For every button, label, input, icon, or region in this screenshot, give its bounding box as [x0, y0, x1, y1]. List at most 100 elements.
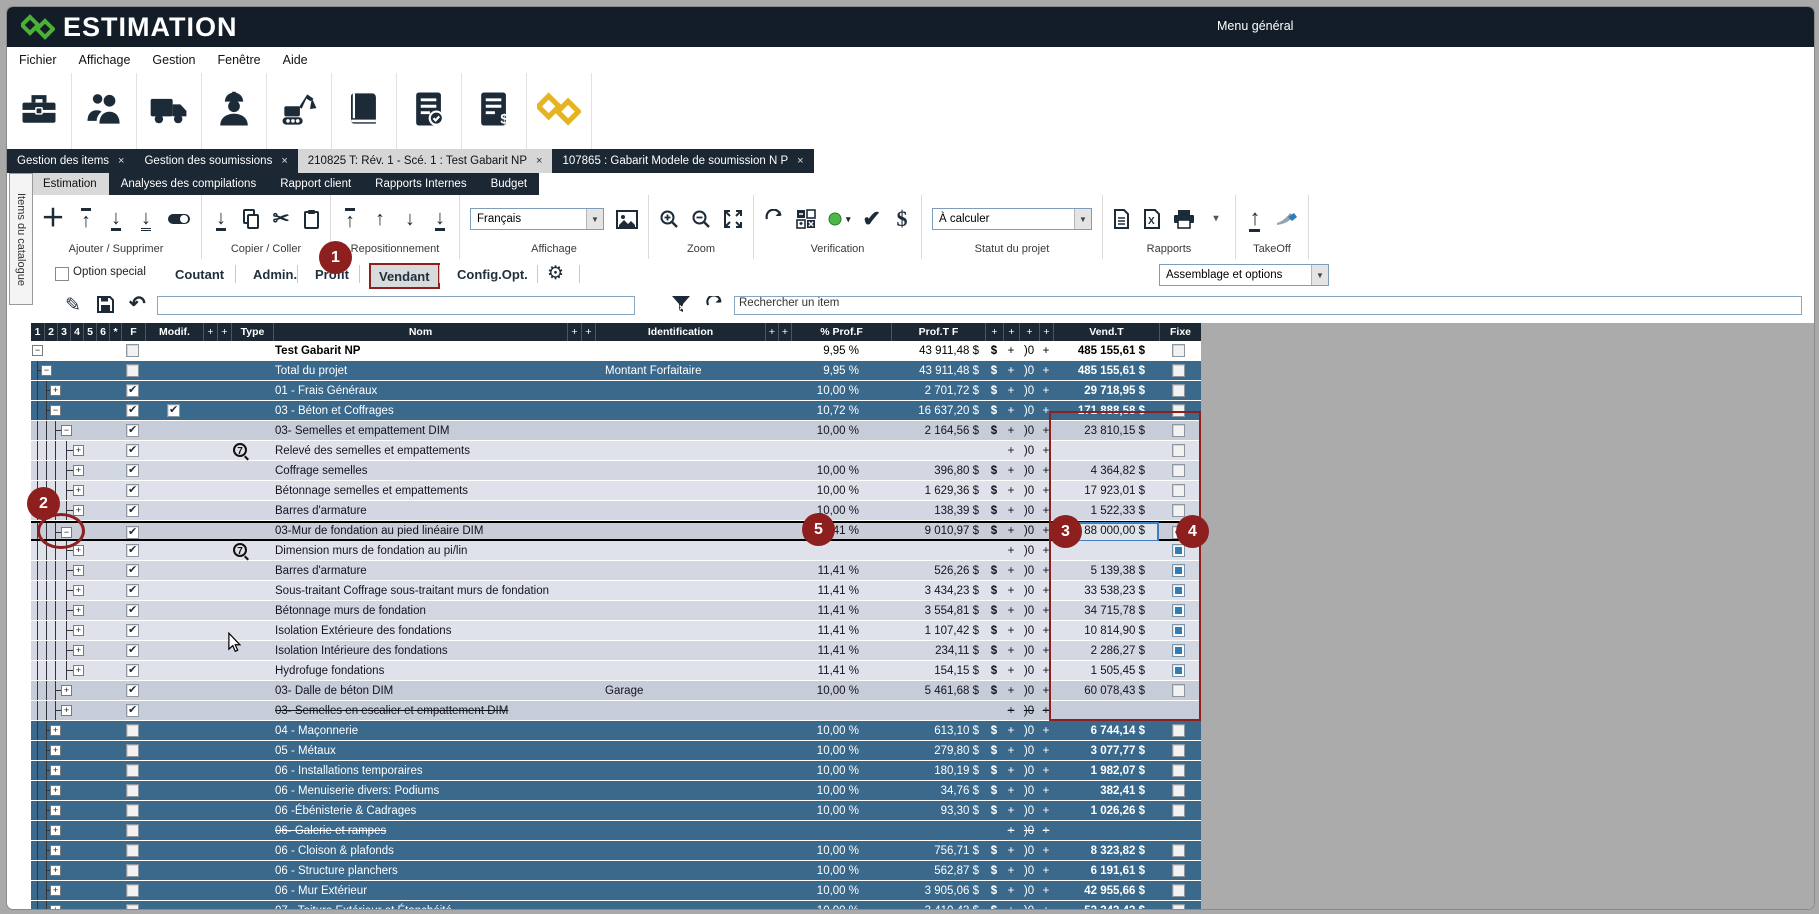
f-checkbox[interactable]	[126, 644, 139, 657]
f-checkbox[interactable]	[126, 344, 139, 357]
tree-toggle[interactable]: +	[50, 865, 61, 876]
profit-percent[interactable]	[791, 701, 891, 720]
table-row[interactable]: −03 - Béton et Coffrages10,72 %16 637,20…	[31, 401, 1201, 420]
modif-checkbox[interactable]	[167, 404, 180, 417]
column-header-6[interactable]: 6	[96, 323, 109, 341]
item-name[interactable]: Isolation Extérieure des fondations	[273, 621, 567, 640]
table-row[interactable]: +Hydrofuge fondations11,41 %154,15 $$+)0…	[31, 661, 1201, 680]
item-name[interactable]: 03 - Béton et Coffrages	[273, 401, 567, 420]
menu-item-1[interactable]: Affichage	[79, 53, 131, 67]
profit-percent[interactable]: 10,00 %	[791, 901, 891, 909]
tree-toggle[interactable]: +	[73, 505, 84, 516]
fixe-checkbox[interactable]	[1172, 804, 1185, 817]
item-name[interactable]: 03- Dalle de béton DIM	[273, 681, 567, 700]
fixe-checkbox[interactable]	[1172, 904, 1185, 909]
table-row[interactable]: +06 - Structure planchers10,00 %562,87 $…	[31, 861, 1201, 880]
assemblage-dropdown[interactable]: Assemblage et options▼	[1159, 264, 1329, 286]
profit-percent[interactable]: 10,00 %	[791, 461, 891, 480]
f-checkbox[interactable]	[126, 404, 139, 417]
profit-total[interactable]: 1 107,42 $	[891, 621, 985, 640]
f-checkbox[interactable]	[126, 824, 139, 837]
table-row[interactable]: +7Dimension murs de fondation au pi/lin+…	[31, 541, 1201, 560]
column-header-f[interactable]: F	[121, 323, 145, 341]
column-header-proff[interactable]: % Prof.F	[791, 323, 891, 341]
excel-icon[interactable]: X	[1143, 209, 1161, 229]
selling-total[interactable]: 3 077,77 $	[1053, 741, 1159, 760]
profit-total[interactable]: 16 637,20 $	[891, 401, 985, 420]
table-row[interactable]: +Sous-traitant Coffrage sous-traitant mu…	[31, 581, 1201, 600]
column-header-[interactable]: +	[1003, 323, 1019, 341]
f-checkbox[interactable]	[126, 424, 139, 437]
selling-total[interactable]: 29 718,95 $	[1053, 381, 1159, 400]
f-checkbox[interactable]	[126, 364, 139, 377]
profit-total[interactable]: 43 911,48 $	[891, 361, 985, 380]
toolbar-button-clients[interactable]	[72, 73, 137, 149]
column-header-modif[interactable]: Modif.	[145, 323, 203, 341]
f-checkbox[interactable]	[126, 744, 139, 757]
item-name[interactable]: Hydrofuge fondations	[273, 661, 567, 680]
pencil-icon[interactable]: ✎	[65, 296, 81, 315]
item-identification[interactable]: Garage	[595, 681, 775, 700]
document-tab-1[interactable]: Gestion des soumissions×	[134, 149, 297, 173]
table-row[interactable]: +06 - Menuiserie divers: Podiums10,00 %3…	[31, 781, 1201, 800]
status-light-icon[interactable]: ▾	[828, 212, 851, 226]
fixe-checkbox[interactable]	[1172, 844, 1185, 857]
cut-icon[interactable]: ✂	[272, 209, 290, 229]
item-name[interactable]: 06 - Mur Extérieur	[273, 881, 567, 900]
column-header-fixe[interactable]: Fixe	[1159, 323, 1201, 341]
profit-percent[interactable]: 10,00 %	[791, 681, 891, 700]
table-row[interactable]: +Barres d'armature10,00 %138,39 $$+)0+1 …	[31, 501, 1201, 520]
table-row[interactable]: +Isolation Intérieure des fondations11,4…	[31, 641, 1201, 660]
item-name[interactable]: Barres d'armature	[273, 501, 567, 520]
selling-total[interactable]: 8 323,82 $	[1053, 841, 1159, 860]
import-icon[interactable]: ↑	[1246, 207, 1264, 232]
column-header-3[interactable]: 3	[57, 323, 70, 341]
tree-toggle[interactable]: −	[41, 365, 52, 376]
copy-icon[interactable]	[242, 209, 260, 229]
profit-total[interactable]: 93,30 $	[891, 801, 985, 820]
search-input[interactable]: Rechercher un item	[734, 296, 1802, 315]
f-checkbox[interactable]	[126, 724, 139, 737]
fixe-checkbox[interactable]	[1172, 764, 1185, 777]
profit-percent[interactable]: 11,41 %	[791, 601, 891, 620]
f-checkbox[interactable]	[126, 784, 139, 797]
selling-total[interactable]: 485 155,61 $	[1053, 341, 1159, 360]
f-checkbox[interactable]	[126, 804, 139, 817]
profit-percent[interactable]: 10,00 %	[791, 721, 891, 740]
selling-total[interactable]: 6 191,61 $	[1053, 861, 1159, 880]
selling-total[interactable]: 42 955,66 $	[1053, 881, 1159, 900]
profit-percent[interactable]: 10,00 %	[791, 841, 891, 860]
f-checkbox[interactable]	[126, 624, 139, 637]
chevron-down-icon[interactable]: ▼	[1074, 209, 1091, 229]
report-icon[interactable]	[1113, 209, 1131, 229]
table-row[interactable]: +05 - Métaux10,00 %279,80 $$+)0+3 077,77…	[31, 741, 1201, 760]
profit-total[interactable]: 613,10 $	[891, 721, 985, 740]
toggle-icon[interactable]	[167, 212, 191, 226]
selling-total[interactable]: 1 026,26 $	[1053, 801, 1159, 820]
profit-percent[interactable]: 10,00 %	[791, 801, 891, 820]
profit-percent[interactable]: 10,00 %	[791, 781, 891, 800]
table-row[interactable]: −03-Mur de fondation au pied linéaire DI…	[31, 521, 1201, 541]
profit-percent[interactable]: 11,41 %	[791, 581, 891, 600]
profit-total[interactable]: 3 554,81 $	[891, 601, 985, 620]
column-header-[interactable]: +	[217, 323, 231, 341]
ribbon-tab-0[interactable]: Estimation	[31, 173, 109, 195]
profit-percent[interactable]: 10,00 %	[791, 741, 891, 760]
column-header-1[interactable]: 1	[31, 323, 44, 341]
tree-toggle[interactable]: +	[73, 585, 84, 596]
tree-toggle[interactable]: +	[73, 485, 84, 496]
ribbon-tab-1[interactable]: Analyses des compilations	[109, 173, 269, 195]
profit-total[interactable]: 138,39 $	[891, 501, 985, 520]
profit-total[interactable]: 526,26 $	[891, 561, 985, 580]
f-checkbox[interactable]	[126, 484, 139, 497]
table-row[interactable]: +Barres d'armature11,41 %526,26 $$+)0+5 …	[31, 561, 1201, 580]
table-row[interactable]: +Bétonnage semelles et empattements10,00…	[31, 481, 1201, 500]
tab-close-icon[interactable]: ×	[281, 155, 287, 167]
insert-below-icon[interactable]: ↓	[107, 208, 125, 231]
f-checkbox[interactable]	[126, 526, 139, 539]
item-name[interactable]: 06 - Structure planchers	[273, 861, 567, 880]
tree-toggle[interactable]: +	[73, 665, 84, 676]
tree-toggle[interactable]: +	[61, 705, 72, 716]
profit-total[interactable]: 43 911,48 $	[891, 341, 985, 360]
refresh-icon[interactable]	[764, 209, 784, 229]
